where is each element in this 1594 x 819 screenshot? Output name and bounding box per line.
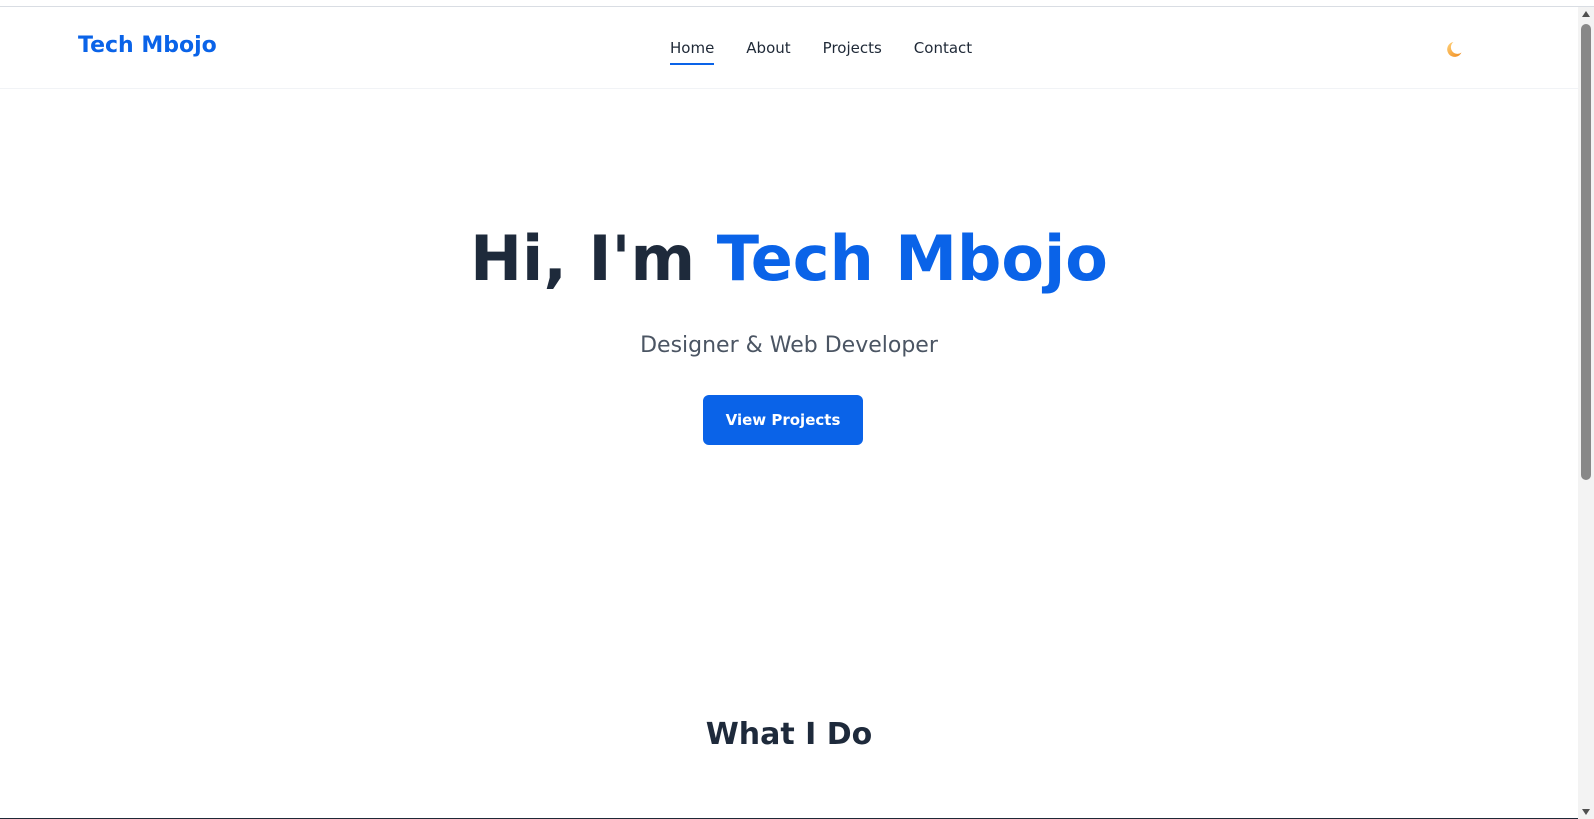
scroll-up-arrow-icon[interactable]: [1582, 11, 1590, 17]
nav-link-about[interactable]: About: [746, 39, 790, 65]
view-projects-button[interactable]: View Projects: [703, 395, 863, 445]
hero-subtitle: Designer & Web Developer: [640, 333, 938, 358]
vertical-scrollbar[interactable]: [1578, 7, 1594, 819]
top-border: [0, 0, 1594, 7]
hero-title: Hi, I'm Tech Mbojo: [0, 222, 1578, 295]
theme-toggle-button[interactable]: [1444, 37, 1468, 61]
scroll-thumb[interactable]: [1581, 24, 1591, 480]
nav-link-projects[interactable]: Projects: [823, 39, 882, 65]
hero-title-prefix: Hi, I'm: [470, 222, 696, 295]
nav-link-contact[interactable]: Contact: [914, 39, 972, 65]
hero-title-name: Tech Mbojo: [716, 222, 1108, 295]
nav-link-home[interactable]: Home: [670, 39, 715, 65]
brand-logo[interactable]: Tech Mbojo: [78, 33, 217, 58]
scroll-down-arrow-icon[interactable]: [1582, 809, 1590, 815]
page: Tech Mbojo Home About Projects Contact H…: [0, 7, 1578, 819]
moon-icon: [1447, 42, 1462, 57]
browser-viewport: Tech Mbojo Home About Projects Contact H…: [0, 0, 1594, 819]
section-title-what-i-do: What I Do: [705, 717, 873, 752]
navbar: Tech Mbojo Home About Projects Contact: [0, 7, 1578, 89]
nav-links: Home About Projects Contact: [670, 39, 972, 65]
